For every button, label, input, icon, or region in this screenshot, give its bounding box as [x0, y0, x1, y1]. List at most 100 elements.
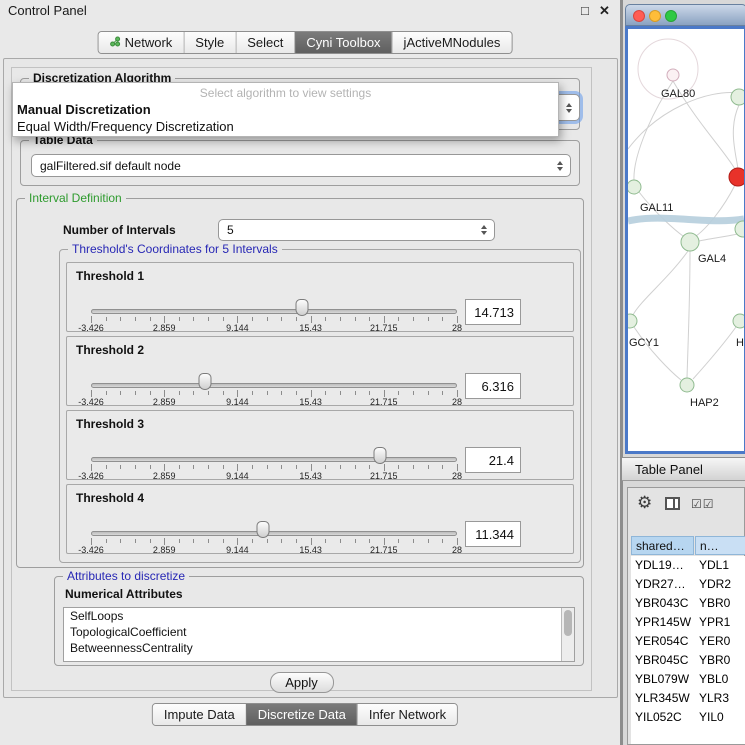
scale-label: 9.144: [226, 323, 249, 333]
column-header-n[interactable]: n…: [695, 536, 745, 555]
list-item-topologicalcoefficient[interactable]: TopologicalCoefficient: [64, 624, 574, 640]
table-header-row: shared…n…: [631, 536, 745, 555]
slider-thumb[interactable]: [296, 299, 309, 316]
table-cell: YER0: [695, 632, 745, 651]
table-row[interactable]: YLR345WYLR3: [631, 689, 745, 708]
algorithm-option-equal-width-frequency-discretization[interactable]: Equal Width/Frequency Discretization: [13, 118, 558, 135]
scale-label: 15.43: [299, 397, 322, 407]
checkbox-icons[interactable]: ☑☑: [691, 497, 715, 511]
slider-track[interactable]: [91, 457, 457, 462]
network-node[interactable]: [681, 233, 699, 251]
table-rows: YDL19…YDL1YDR27…YDR2YBR043CYBR0YPR145WYP…: [631, 556, 745, 744]
tab-network[interactable]: Network: [99, 32, 184, 53]
zoom-traffic-light-icon[interactable]: [665, 10, 677, 22]
tab-label: Cyni Toolbox: [306, 32, 380, 53]
table-row[interactable]: YPR145WYPR1: [631, 613, 745, 632]
scale-label: 28: [452, 397, 462, 407]
scale-label: 21.715: [370, 545, 398, 555]
table-row[interactable]: YIL052CYIL0: [631, 708, 745, 727]
discretize-data-pane: Discretization Algorithm Select algorith…: [11, 67, 592, 691]
network-node[interactable]: [628, 180, 641, 194]
table-panel-header[interactable]: Table Panel: [622, 457, 745, 481]
network-node[interactable]: [667, 69, 679, 81]
tab-cyni-toolbox[interactable]: Cyni Toolbox: [294, 32, 391, 53]
table-row[interactable]: YBR043CYBR0: [631, 594, 745, 613]
close-traffic-light-icon[interactable]: [633, 10, 645, 22]
network-window-titlebar[interactable]: [625, 4, 745, 26]
table-row[interactable]: YDR27…YDR2: [631, 575, 745, 594]
columns-icon[interactable]: [665, 497, 680, 510]
float-icon[interactable]: □: [581, 3, 589, 18]
list-item-selfloops[interactable]: SelfLoops: [64, 608, 574, 624]
table-cell: YDR27…: [631, 575, 695, 594]
bottom-tab-infer-network[interactable]: Infer Network: [357, 704, 457, 725]
tab-select[interactable]: Select: [235, 32, 294, 53]
gear-icon[interactable]: ⚙: [637, 493, 652, 513]
table-cell: YLR3: [695, 689, 745, 708]
thresholds-group: Threshold's Coordinates for 5 Intervals …: [59, 249, 581, 563]
scale-label: -3.426: [78, 323, 104, 333]
network-canvas[interactable]: GAL80GAL11GAL4GCY1HHAP2: [628, 29, 744, 451]
table-cell: YBR045C: [631, 651, 695, 670]
scale-label: 28: [452, 323, 462, 333]
threshold-panel-1: Threshold 1-3.4262.8599.14415.4321.71528…: [66, 262, 574, 332]
table-row[interactable]: YBL079WYBL0: [631, 670, 745, 689]
threshold-value-field[interactable]: 14.713: [465, 299, 521, 325]
threshold-value-field[interactable]: 6.316: [465, 373, 521, 399]
table-row[interactable]: YER054CYER0: [631, 632, 745, 651]
slider-thumb[interactable]: [374, 447, 387, 464]
control-panel: Control Panel □ ✕ Network Style Select Cyni…: [0, 0, 622, 745]
top-tab-bar: Network Style Select Cyni Toolbox jActiveMNo…: [98, 31, 513, 54]
panel-title: Control Panel: [8, 3, 87, 18]
threshold-value-field[interactable]: 21.4: [465, 447, 521, 473]
scale-label: -3.426: [78, 545, 104, 555]
algorithm-option-manual-discretization[interactable]: Manual Discretization: [13, 101, 558, 118]
network-node[interactable]: [731, 89, 744, 105]
control-panel-titlebar: Control Panel □ ✕: [0, 0, 622, 20]
node-label-gal80: GAL80: [661, 88, 695, 100]
scale-label: 21.715: [370, 323, 398, 333]
node-label-hap2: HAP2: [690, 397, 719, 409]
tab-style[interactable]: Style: [183, 32, 235, 53]
slider-scale: -3.4262.8599.14415.4321.71528: [91, 323, 457, 333]
panel-divider[interactable]: [620, 0, 623, 745]
scrollbar-thumb[interactable]: [564, 610, 572, 636]
list-scrollbar[interactable]: [561, 608, 574, 661]
column-header-shared[interactable]: shared…: [631, 536, 694, 555]
scale-label: 2.859: [153, 397, 176, 407]
table-data-combobox[interactable]: galFiltered.sif default node: [31, 154, 571, 177]
slider-thumb[interactable]: [257, 521, 270, 538]
network-node[interactable]: [680, 378, 694, 392]
scale-label: 21.715: [370, 397, 398, 407]
slider-track[interactable]: [91, 531, 457, 536]
minimize-traffic-light-icon[interactable]: [649, 10, 661, 22]
slider-track[interactable]: [91, 309, 457, 314]
selected-network-node[interactable]: [729, 168, 744, 186]
table-row[interactable]: YBR045CYBR0: [631, 651, 745, 670]
list-item-betweennesscentrality[interactable]: BetweennessCentrality: [64, 640, 574, 656]
apply-button[interactable]: Apply: [270, 672, 334, 693]
close-icon[interactable]: ✕: [599, 3, 610, 19]
tab-jactivemnodules[interactable]: jActiveMNodules: [392, 32, 512, 53]
table-cell: YIL052C: [631, 708, 695, 727]
numerical-attributes-label: Numerical Attributes: [65, 587, 183, 601]
scale-label: -3.426: [78, 397, 104, 407]
slider-thumb[interactable]: [198, 373, 211, 390]
threshold-value-field[interactable]: 11.344: [465, 521, 521, 547]
network-node[interactable]: [628, 314, 637, 328]
table-cell: YPR145W: [631, 613, 695, 632]
bottom-tab-discretize-data[interactable]: Discretize Data: [246, 704, 357, 725]
tab-label: jActiveMNodules: [404, 32, 501, 53]
table-cell: YIL0: [695, 708, 745, 727]
network-node[interactable]: [733, 314, 744, 328]
number-of-intervals-combobox[interactable]: 5: [218, 219, 495, 241]
slider-track[interactable]: [91, 383, 457, 388]
tab-label: Network: [125, 32, 173, 53]
threshold-label: Threshold 3: [76, 417, 144, 431]
bottom-tab-impute-data[interactable]: Impute Data: [153, 704, 246, 725]
table-row[interactable]: YDL19…YDL1: [631, 556, 745, 575]
attributes-listbox[interactable]: SelfLoopsTopologicalCoefficientBetweenne…: [63, 607, 575, 662]
tab-label: Select: [247, 32, 283, 53]
table-data-selected-value: galFiltered.sif default node: [40, 159, 181, 173]
thresholds-group-label: Threshold's Coordinates for 5 Intervals: [68, 242, 282, 256]
